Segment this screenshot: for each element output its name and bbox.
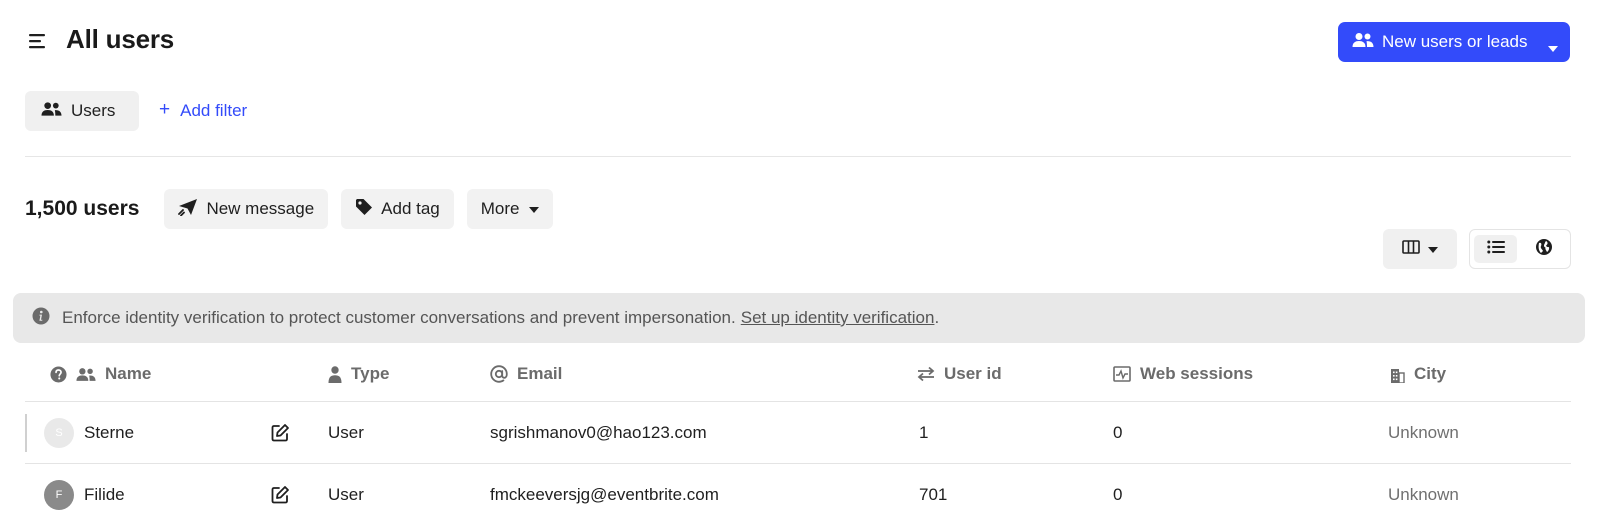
email-cell: fmckeeversjg@eventbrite.com xyxy=(490,485,719,504)
email-cell: sgrishmanov0@hao123.com xyxy=(490,423,707,442)
table-row[interactable]: S Sterne User sgrishmanov0@hao123.com 1 … xyxy=(25,402,1571,464)
users-group-icon xyxy=(1352,32,1374,53)
map-view-button[interactable] xyxy=(1522,235,1565,263)
arrows-swap-icon xyxy=(917,366,935,382)
chevron-down-icon xyxy=(1548,39,1558,57)
divider xyxy=(25,156,1571,157)
new-users-or-leads-button[interactable]: New users or leads xyxy=(1338,22,1570,62)
user-name: Sterne xyxy=(84,423,135,442)
more-label: More xyxy=(480,199,520,218)
column-label-type: Type xyxy=(351,364,390,383)
column-label-city: City xyxy=(1414,364,1447,383)
chevron-down-icon xyxy=(1428,240,1438,258)
name-cell[interactable]: S Sterne xyxy=(44,402,134,464)
users-segment-chip[interactable]: Users xyxy=(25,91,139,131)
person-icon xyxy=(328,365,342,383)
bulk-actions-bar: 1,500 users New message Add tag More xyxy=(25,189,566,229)
table-header: Name Type Email User id Web sessions Cit… xyxy=(25,346,1571,402)
table-row[interactable]: F Filide User fmckeeversjg@eventbrite.co… xyxy=(25,464,1571,523)
building-icon xyxy=(1390,366,1405,383)
column-label-web-sessions: Web sessions xyxy=(1140,364,1254,383)
column-label-user-id: User id xyxy=(944,364,1002,383)
setup-identity-verification-link[interactable]: Set up identity verification xyxy=(741,308,935,328)
edit-name-cell xyxy=(270,402,290,464)
column-header-type[interactable]: Type xyxy=(328,346,389,402)
new-users-or-leads-label: New users or leads xyxy=(1382,32,1528,51)
users-chip-label: Users xyxy=(71,101,116,120)
list-view-icon xyxy=(1486,240,1505,259)
edit-icon[interactable] xyxy=(270,423,290,443)
column-header-user-id[interactable]: User id xyxy=(917,346,1002,402)
users-count: 1,500 users xyxy=(25,197,140,220)
users-group-icon xyxy=(76,367,96,382)
column-label-name: Name xyxy=(105,364,152,383)
add-tag-label: Add tag xyxy=(381,199,440,218)
edit-name-cell xyxy=(270,464,290,523)
columns-picker-button[interactable] xyxy=(1383,229,1457,269)
avatar: F xyxy=(44,480,74,510)
plus-icon: + xyxy=(159,99,171,120)
paper-plane-icon xyxy=(178,198,198,221)
banner-suffix: . xyxy=(934,308,940,327)
new-message-button[interactable]: New message xyxy=(164,189,329,229)
web-sessions-cell: 0 xyxy=(1113,485,1123,504)
more-actions-button[interactable]: More xyxy=(466,189,553,229)
identity-verification-banner: Enforce identity verification to protect… xyxy=(13,293,1585,343)
add-filter-button[interactable]: + Add filter xyxy=(159,99,248,121)
type-cell: User xyxy=(328,485,364,504)
add-tag-button[interactable]: Add tag xyxy=(341,189,454,229)
at-sign-icon xyxy=(490,365,508,383)
new-message-label: New message xyxy=(206,199,315,218)
column-header-name[interactable]: Name xyxy=(50,346,151,402)
view-toggle xyxy=(1469,229,1571,269)
activity-icon xyxy=(1113,366,1131,382)
user-name: Filide xyxy=(84,485,125,504)
users-group-icon xyxy=(41,101,62,122)
row-indicator xyxy=(25,414,27,452)
page-title: All users xyxy=(66,24,175,54)
name-cell[interactable]: F Filide xyxy=(44,464,125,523)
city-cell: Unknown xyxy=(1388,423,1459,442)
column-label-email: Email xyxy=(517,364,563,383)
tag-icon xyxy=(355,198,373,221)
edit-icon[interactable] xyxy=(270,485,290,505)
users-table: Name Type Email User id Web sessions Cit… xyxy=(25,346,1571,523)
filter-bar: Users + Add filter xyxy=(25,91,247,131)
banner-text: Enforce identity verification to protect… xyxy=(62,308,736,327)
type-cell: User xyxy=(328,423,364,442)
web-sessions-cell: 0 xyxy=(1113,423,1123,442)
list-view-button[interactable] xyxy=(1474,235,1517,263)
user-id-cell: 701 xyxy=(919,485,948,504)
column-header-email[interactable]: Email xyxy=(490,346,562,402)
add-filter-label: Add filter xyxy=(180,101,248,120)
user-id-cell: 1 xyxy=(919,423,929,442)
globe-icon xyxy=(1535,238,1553,261)
hamburger-menu-icon[interactable] xyxy=(27,32,49,50)
top-bar: All users New users or leads xyxy=(0,0,1600,86)
avatar: S xyxy=(44,418,74,448)
info-icon xyxy=(32,307,50,330)
chevron-down-icon xyxy=(528,200,539,218)
question-circle-icon[interactable] xyxy=(50,365,67,383)
city-cell: Unknown xyxy=(1388,485,1459,504)
columns-icon xyxy=(1402,239,1420,259)
column-header-city[interactable]: City xyxy=(1390,346,1446,402)
column-header-web-sessions[interactable]: Web sessions xyxy=(1113,346,1253,402)
